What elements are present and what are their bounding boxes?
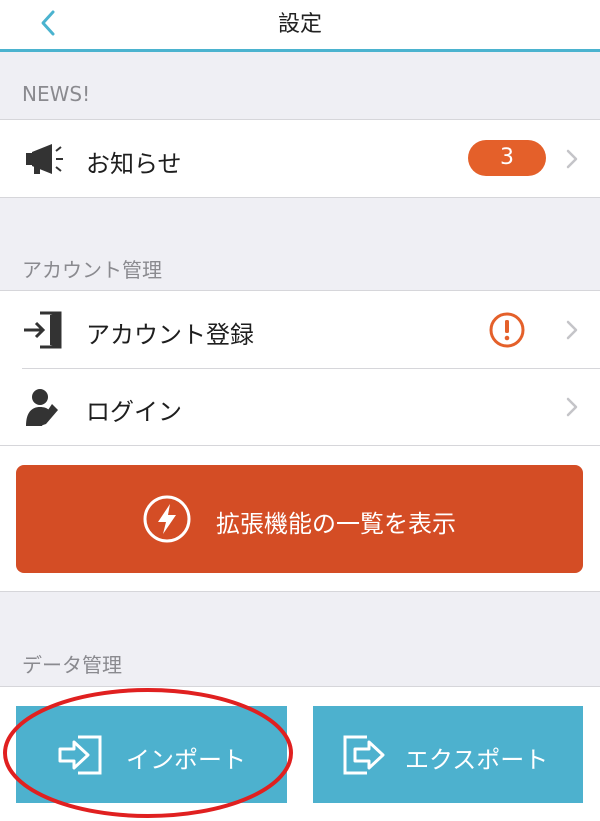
- news-label: お知らせ: [86, 150, 182, 178]
- data-section-header: データ管理: [22, 653, 122, 677]
- chevron-right-icon: [566, 397, 578, 417]
- account-register-label: アカウント登録: [86, 321, 254, 349]
- megaphone-icon: [26, 144, 63, 174]
- export-label: エクスポート: [405, 746, 549, 774]
- sign-in-door-icon: [24, 311, 62, 349]
- news-section-header: NEWS!: [22, 82, 91, 106]
- news-group: お知らせ 3: [0, 119, 600, 198]
- news-count-badge: 3: [468, 140, 546, 176]
- chevron-right-icon: [566, 320, 578, 340]
- feature-panel: 拡張機能の一覧を表示: [0, 446, 600, 592]
- account-group: アカウント登録 ログイン: [0, 290, 600, 446]
- import-label: インポート: [126, 746, 246, 774]
- warning-exclamation-icon: [489, 312, 525, 348]
- export-icon: [343, 735, 385, 775]
- export-button[interactable]: エクスポート: [313, 706, 583, 803]
- login-label: ログイン: [86, 398, 182, 426]
- page-title: 設定: [277, 12, 322, 37]
- show-extensions-button[interactable]: 拡張機能の一覧を表示: [16, 465, 583, 573]
- import-icon: [58, 735, 102, 775]
- news-cell[interactable]: お知らせ 3: [0, 120, 600, 197]
- account-register-cell[interactable]: アカウント登録: [0, 291, 600, 368]
- data-panel: インポート エクスポート: [0, 686, 600, 821]
- user-edit-icon: [26, 389, 58, 426]
- import-button[interactable]: インポート: [16, 706, 287, 803]
- account-section-header: アカウント管理: [22, 258, 162, 282]
- lightning-circle-icon: [143, 495, 191, 543]
- navigation-bar: 設定: [0, 0, 600, 52]
- chevron-right-icon: [566, 149, 578, 169]
- show-extensions-label: 拡張機能の一覧を表示: [216, 510, 456, 538]
- login-cell[interactable]: ログイン: [0, 368, 600, 445]
